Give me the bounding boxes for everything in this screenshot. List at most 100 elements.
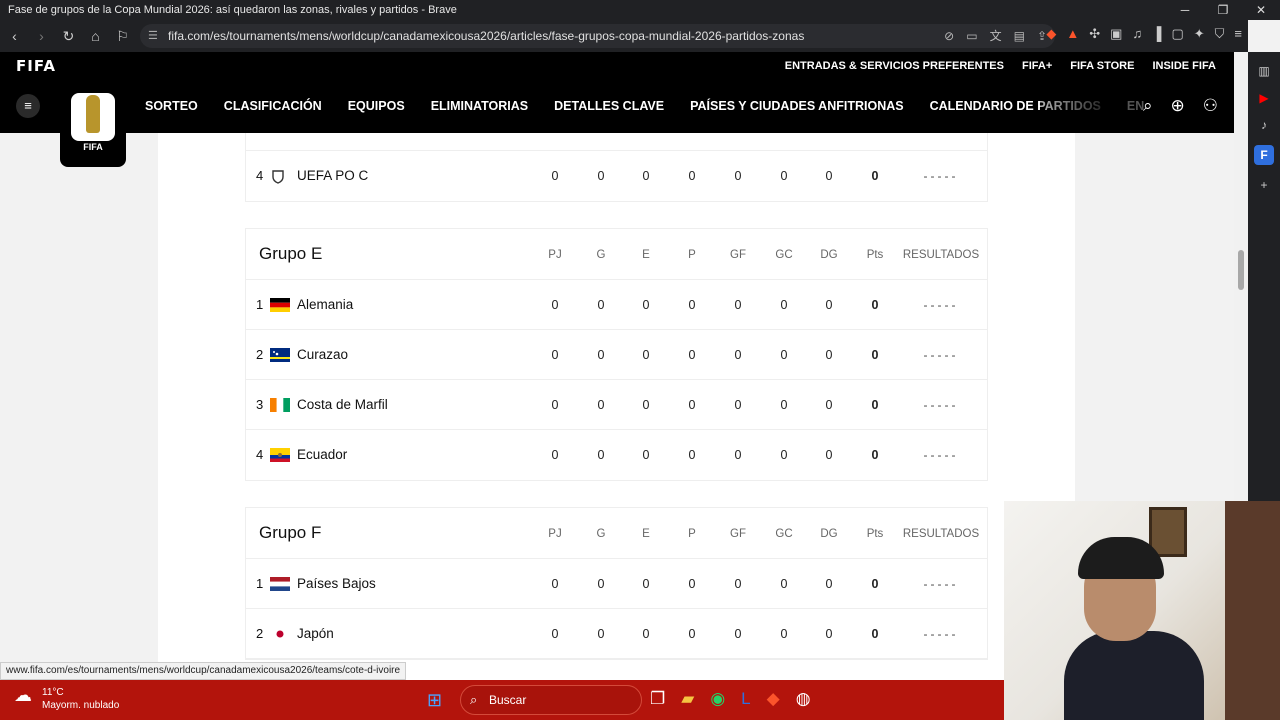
brave-shields-icon[interactable]: ◆	[1046, 26, 1056, 42]
bookmark-icon[interactable]: ⚐	[110, 28, 135, 45]
link-inside-fifa[interactable]: INSIDE FIFA	[1152, 60, 1216, 72]
obs-icon[interactable]: ◍	[796, 689, 811, 709]
restore-button[interactable]: ❐	[1204, 0, 1242, 20]
table-row[interactable]: 4 Ecuador 0 0 0 0 0 0 0 0 -----	[246, 430, 987, 480]
trophy-icon	[71, 93, 115, 141]
taskbar-search[interactable]: ⌕ Buscar	[460, 685, 642, 715]
team-name[interactable]: Alemania	[297, 280, 353, 330]
team-name[interactable]: Curazao	[297, 330, 348, 380]
nav-en[interactable]: EN	[1127, 99, 1144, 113]
vpn-icon[interactable]: ⛉	[1215, 26, 1225, 42]
fifa-main-nav: ≡ FIFA SORTEO CLASIFICACIÓN EQUIPOS ELIM…	[0, 80, 1234, 167]
curacao-flag-icon	[270, 348, 290, 362]
team-name[interactable]: Países Bajos	[297, 559, 376, 609]
streamer	[1064, 531, 1204, 720]
reload-icon[interactable]: ↻	[56, 28, 81, 45]
table-row	[246, 133, 987, 151]
fifa-topbar: FIFA ENTRADAS & SERVICIOS PREFERENTES FI…	[0, 52, 1234, 80]
sidebar-panel-icon[interactable]: ▥	[1258, 64, 1269, 78]
extensions-icon[interactable]: ✣	[1089, 26, 1100, 42]
link-entradas[interactable]: ENTRADAS & SERVICIOS PREFERENTES	[785, 60, 1004, 72]
link-fifa-plus[interactable]: FIFA+	[1022, 60, 1052, 72]
group-card-e: Grupo E PJ G E P GF GC DG Pts RESULTADOS…	[245, 228, 988, 481]
nav-detalles-clave[interactable]: DETALLES CLAVE	[554, 99, 664, 113]
scrollbar-thumb[interactable]	[1238, 250, 1244, 290]
wallet-icon[interactable]: ▢	[1171, 26, 1183, 42]
nav-fade	[1040, 80, 1120, 133]
table-row[interactable]: 2 Curazao 0 0 0 0 0 0 0 0 -----	[246, 330, 987, 380]
team-name[interactable]: Costa de Marfil	[297, 380, 388, 430]
globe-icon[interactable]: ⊕	[1171, 96, 1185, 116]
group-header: Grupo E PJ G E P GF GC DG Pts RESULTADOS	[246, 229, 987, 280]
team-name[interactable]: UEFA PO C	[297, 151, 368, 201]
whatsapp-icon[interactable]: ◉	[710, 689, 725, 709]
nav-equipos[interactable]: EQUIPOS	[348, 99, 405, 113]
url-text: fifa.com/es/tournaments/mens/worldcup/ca…	[168, 29, 805, 43]
group-title: Grupo F	[259, 523, 322, 542]
table-row[interactable]: 1 Países Bajos 0 0 0 0 0 0 0 0 -----	[246, 559, 987, 609]
forward-icon[interactable]: ›	[29, 28, 54, 44]
add-icon[interactable]: +	[1260, 178, 1267, 192]
germany-flag-icon	[270, 298, 290, 312]
media-icon[interactable]: ♫	[1132, 26, 1142, 42]
table-row[interactable]: 4 UEFA PO C 0 0 0 0 0 0 0 0 -----	[246, 151, 987, 201]
reader-mode-icon[interactable]: ▤	[1014, 24, 1025, 48]
table-row[interactable]: 2 Japón 0 0 0 0 0 0 0 0 -----	[246, 609, 987, 659]
table-row[interactable]: 3 Costa de Marfil 0 0 0 0 0 0 0 0 -----	[246, 380, 987, 430]
minimize-button[interactable]: ─	[1166, 0, 1204, 20]
nav-sorteo[interactable]: SORTEO	[145, 99, 198, 113]
group-card-f: Grupo F PJ G E P GF GC DG Pts RESULTADOS…	[245, 507, 988, 660]
webcam-overlay	[1004, 501, 1280, 720]
task-view-icon[interactable]: ❐	[650, 689, 665, 709]
leo-icon[interactable]: ✦	[1194, 26, 1205, 42]
link-status-bar: www.fifa.com/es/tournaments/mens/worldcu…	[0, 662, 407, 680]
shield-icon	[270, 169, 290, 184]
group-header: Grupo F PJ G E P GF GC DG Pts RESULTADOS	[246, 508, 987, 559]
hamburger-menu-icon[interactable]: ≡	[16, 94, 40, 118]
group-card-partial: 4 UEFA PO C 0 0 0 0 0 0 0 0 -----	[245, 133, 988, 202]
link-fifa-store[interactable]: FIFA STORE	[1070, 60, 1134, 72]
nav-paises-ciudades[interactable]: PAÍSES Y CIUDADES ANFITRIONAS	[690, 99, 903, 113]
search-icon: ⌕	[470, 692, 478, 707]
fifa-logo[interactable]: FIFA	[16, 57, 56, 75]
shelf	[1225, 501, 1280, 720]
file-explorer-icon[interactable]: ▰	[681, 689, 694, 709]
site-settings-icon[interactable]: ☰	[148, 24, 158, 48]
team-name[interactable]: Japón	[297, 609, 334, 659]
nav-eliminatorias[interactable]: ELIMINATORIAS	[431, 99, 528, 113]
home-icon[interactable]: ⌂	[83, 28, 108, 44]
l-app-icon[interactable]: L	[741, 689, 750, 709]
cloud-icon: ☁	[14, 685, 32, 705]
window-titlebar: Fase de grupos de la Copa Mundial 2026: …	[0, 0, 1280, 20]
brave-taskbar-icon[interactable]: ◆	[767, 689, 780, 709]
ecuador-flag-icon	[270, 448, 290, 462]
translate-icon[interactable]: 文	[990, 24, 1002, 48]
reader-off-icon[interactable]: ⊘	[944, 24, 954, 48]
close-button[interactable]: ✕	[1242, 0, 1280, 20]
browser-toolbar: ‹ › ↻ ⌂ ⚐ ☰ fifa.com/es/tournaments/mens…	[0, 20, 1248, 52]
f-app-icon[interactable]: F	[1254, 145, 1274, 165]
url-bar[interactable]: ☰ fifa.com/es/tournaments/mens/worldcup/…	[140, 24, 1055, 48]
group-title: Grupo E	[259, 244, 323, 263]
tiktok-icon[interactable]: ♪	[1261, 118, 1267, 132]
windows-start-icon[interactable]: ⊞	[427, 690, 442, 711]
table-row[interactable]: 1 Alemania 0 0 0 0 0 0 0 0 -----	[246, 280, 987, 330]
article-content: 4 UEFA PO C 0 0 0 0 0 0 0 0 ----- Grupo …	[158, 133, 1075, 680]
weather-widget[interactable]: ☁ 11°C Mayorm. nublado	[14, 686, 119, 712]
japan-flag-icon	[270, 627, 290, 641]
back-icon[interactable]: ‹	[2, 28, 27, 44]
nav-clasificacion[interactable]: CLASIFICACIÓN	[224, 99, 322, 113]
search-icon[interactable]: ⌕	[1143, 96, 1153, 116]
brave-rewards-icon[interactable]: ▲	[1066, 26, 1079, 42]
screenshot-icon[interactable]: ▣	[1110, 26, 1122, 42]
window-title: Fase de grupos de la Copa Mundial 2026: …	[8, 4, 457, 16]
menu-icon[interactable]: ≡	[1234, 26, 1242, 42]
team-name[interactable]: Ecuador	[297, 430, 347, 480]
sidebar-toggle-icon[interactable]: ▐	[1152, 26, 1161, 42]
world-cup-2026-emblem[interactable]: FIFA	[60, 88, 126, 167]
youtube-icon[interactable]: ▶	[1259, 91, 1268, 105]
user-icon[interactable]: ⚇	[1203, 96, 1218, 116]
cast-icon[interactable]: ▭	[966, 24, 977, 48]
ivory-coast-flag-icon	[270, 398, 290, 412]
netherlands-flag-icon	[270, 577, 290, 591]
